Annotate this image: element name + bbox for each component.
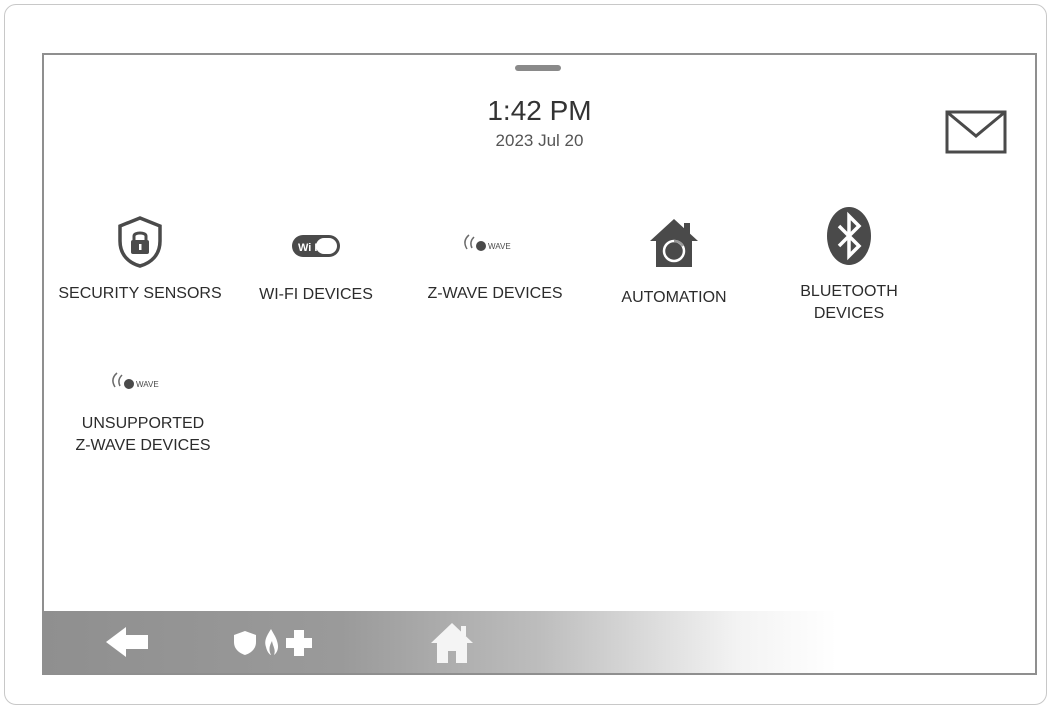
tile-label-line1: BLUETOOTH [800,283,898,300]
bluetooth-icon [827,207,871,265]
tile-label-line2: DEVICES [813,305,885,322]
bottom-nav-bar [44,611,1035,673]
mail-icon[interactable] [945,110,1007,154]
tile-label-line1: UNSUPPORTED [81,415,205,432]
pull-down-handle[interactable] [515,65,561,71]
tile-label: SECURITY SENSORS [58,285,222,302]
tile-label: AUTOMATION [621,289,727,306]
medical-cross-icon[interactable] [282,611,316,673]
shield-icon[interactable] [230,611,260,673]
device-screen: 1:42 PM 2023 Jul 20 SECURITY SENSORS Wi … [42,53,1037,675]
zwave-icon-text: WAVE [488,242,511,251]
tile-automation[interactable]: AUTOMATION [574,215,774,309]
panel-frame: 1:42 PM 2023 Jul 20 SECURITY SENSORS Wi … [4,4,1047,705]
wifi-icon: Wi Fi [292,235,340,257]
zwave-icon: WAVE [464,234,511,251]
tile-security-sensors[interactable]: SECURITY SENSORS [44,215,240,305]
tile-label-line2: Z-WAVE DEVICES [75,437,211,454]
tile-bluetooth-devices[interactable]: BLUETOOTH DEVICES [749,205,949,325]
zwave-icon-text: WAVE [136,380,159,389]
tile-label: Z-WAVE DEVICES [427,285,563,302]
wifi-icon-text: Wi Fi [298,242,324,254]
tile-label: WI-FI DEVICES [259,286,373,303]
clock: 1:42 PM 2023 Jul 20 [44,95,1035,153]
tile-wifi-devices[interactable]: Wi Fi WI-FI DEVICES [216,225,416,306]
zwave-icon: WAVE [112,372,159,389]
house-automation-icon [650,219,698,267]
tile-unsupported-zwave-devices[interactable]: WAVE UNSUPPORTED Z-WAVE DEVICES [44,365,243,457]
clock-date: 2023 Jul 20 [495,131,584,150]
back-arrow-icon[interactable] [102,611,152,673]
shield-lock-icon [118,216,162,268]
fire-icon[interactable] [258,611,284,673]
clock-time: 1:42 PM [487,95,592,126]
tile-zwave-devices[interactable]: WAVE Z-WAVE DEVICES [395,227,595,305]
home-icon[interactable] [428,611,476,673]
